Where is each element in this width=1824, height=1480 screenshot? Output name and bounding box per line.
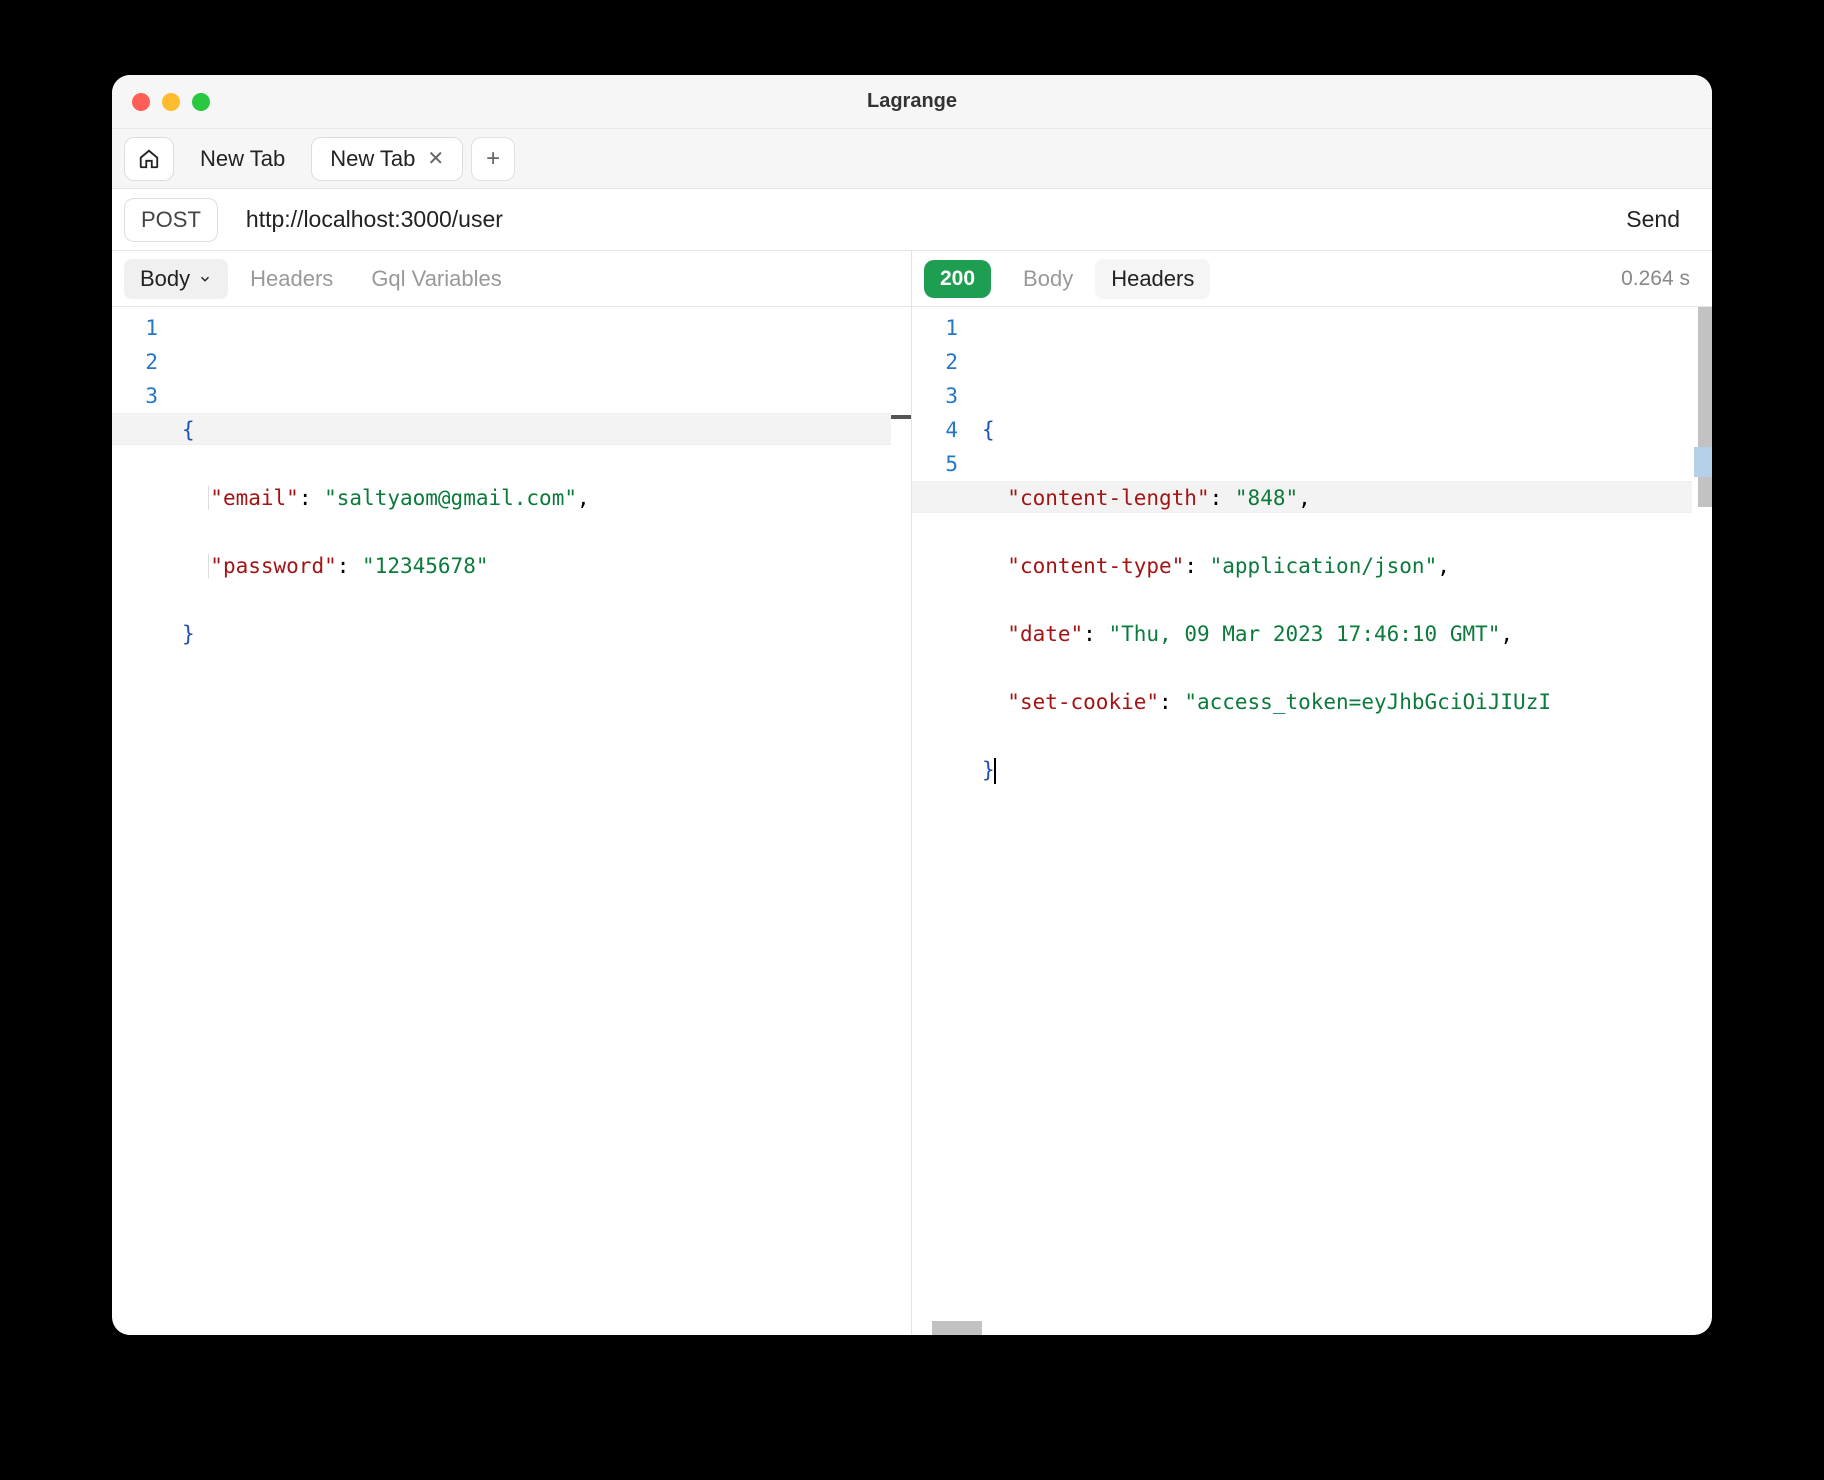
status-badge: 200 [924,260,991,298]
request-tab-body[interactable]: Body [124,259,228,299]
http-method-label: POST [141,207,201,233]
traffic-lights [132,93,210,111]
line-number: 3 [112,379,182,413]
tab-label: New Tab [330,146,415,172]
request-panel-tabs: Body Headers Gql Variables [112,251,911,307]
chevron-down-icon [198,272,212,286]
home-button[interactable] [124,137,174,181]
req-email-value: saltyaom@gmail.com [337,486,565,510]
code-content: { "content-length": "848", "content-type… [982,307,1712,1335]
line-number: 1 [112,311,182,345]
response-panel-tabs: 200 Body Headers 0.264 s [912,251,1712,307]
req-password-value: 12345678 [375,554,476,578]
line-gutter: 1 2 3 4 5 6 [912,307,982,1335]
minimize-window-button[interactable] [162,93,180,111]
line-number: 3 [912,379,982,413]
window-title: Lagrange [867,90,957,113]
line-number: 2 [912,345,982,379]
tab-inactive[interactable]: New Tab [182,137,303,181]
line-number: 5 [912,447,982,481]
url-input[interactable] [230,198,1594,242]
app-window: Lagrange New Tab New Tab ✕ + POST Send B… [112,75,1712,1335]
resp-date: Thu, 09 Mar 2023 17:46:10 GMT [1121,622,1488,646]
tab-label: Gql Variables [371,266,501,292]
tab-active[interactable]: New Tab ✕ [311,137,463,181]
urlbar: POST Send [112,189,1712,251]
tabbar: New Tab New Tab ✕ + [112,129,1712,189]
request-body-editor[interactable]: 1 2 3 4 { "email": "saltyaom@gmail.com",… [112,307,911,1335]
response-tab-body[interactable]: Body [1007,259,1089,299]
request-panel: Body Headers Gql Variables 1 2 3 4 [112,251,912,1335]
request-tab-gql[interactable]: Gql Variables [355,259,517,299]
response-tab-headers[interactable]: Headers [1095,259,1210,299]
home-icon [138,148,160,170]
horizontal-scrollbar[interactable] [932,1321,982,1335]
tab-label: Headers [250,266,333,292]
code-content: { "email": "saltyaom@gmail.com", "passwo… [182,307,911,1335]
request-tab-headers[interactable]: Headers [234,259,349,299]
tab-label: New Tab [200,146,285,172]
response-time: 0.264 s [1621,267,1700,291]
titlebar: Lagrange [112,75,1712,129]
line-number: 4 [912,413,982,447]
send-button[interactable]: Send [1606,198,1700,242]
tab-label: Headers [1111,266,1194,292]
tab-label: Body [1023,266,1073,292]
line-number: 1 [912,311,982,345]
tab-label: Body [140,266,190,292]
line-number: 2 [112,345,182,379]
close-window-button[interactable] [132,93,150,111]
resp-content-type: application/json [1222,554,1424,578]
text-cursor [994,758,996,784]
close-icon[interactable]: ✕ [427,149,444,169]
maximize-window-button[interactable] [192,93,210,111]
line-gutter: 1 2 3 4 [112,307,182,1335]
content: Body Headers Gql Variables 1 2 3 4 [112,251,1712,1335]
resp-set-cookie: access_token=eyJhbGciOiJIUzI [1197,690,1551,714]
response-headers-editor[interactable]: 1 2 3 4 5 6 { "content-length": "848", "… [912,307,1712,1335]
status-code: 200 [940,267,975,291]
new-tab-button[interactable]: + [471,137,515,181]
response-panel: 200 Body Headers 0.264 s 1 2 3 4 [912,251,1712,1335]
resp-content-length: 848 [1248,486,1286,510]
http-method-select[interactable]: POST [124,198,218,242]
